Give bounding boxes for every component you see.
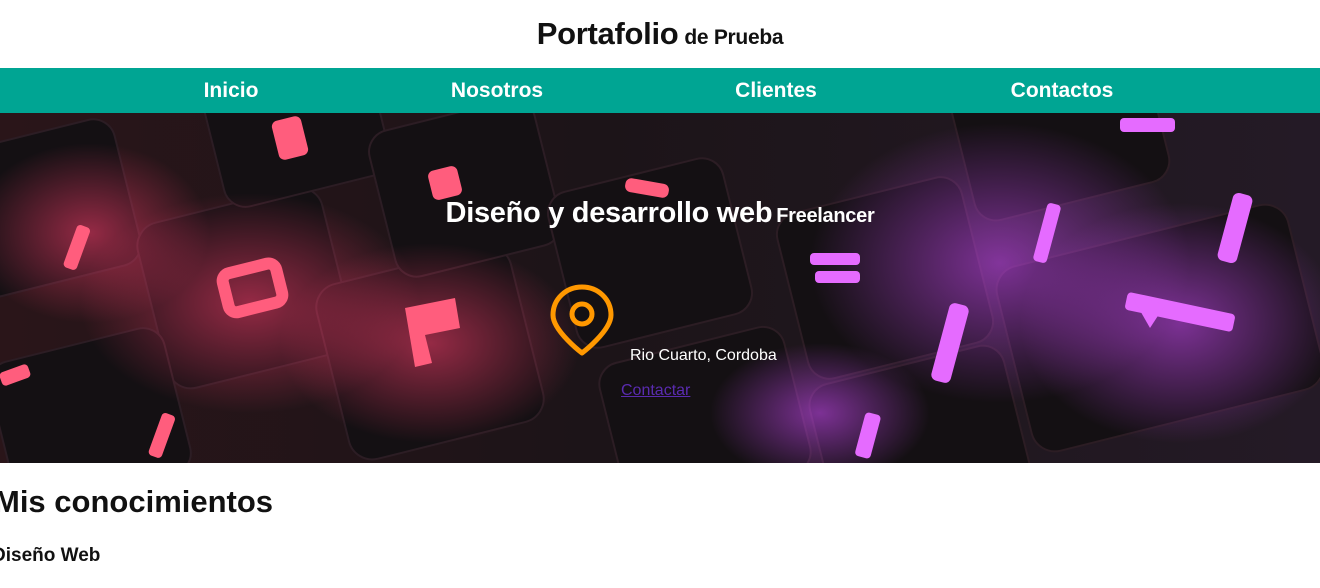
main-nav: Inicio Nosotros Clientes Contactos <box>0 68 1320 113</box>
nav-item-clientes[interactable]: Clientes <box>735 68 817 113</box>
skills-section-title: Mis conocimientos <box>0 484 274 519</box>
nav-item-nosotros[interactable]: Nosotros <box>451 68 543 113</box>
hero-heading-main: Diseño y desarrollo web <box>445 197 773 229</box>
map-pin-icon <box>550 284 614 356</box>
nav-item-inicio[interactable]: Inicio <box>204 68 259 113</box>
site-title-main: Portafolio <box>536 16 679 51</box>
hero-heading: Diseño y desarrollo web Freelancer <box>0 197 1320 230</box>
skill-item-diseno-web: Diseño Web <box>0 545 101 566</box>
contact-link[interactable]: Contactar <box>621 382 690 400</box>
nav-item-contactos[interactable]: Contactos <box>1011 68 1114 113</box>
site-title: Portafolio de Prueba <box>537 16 784 52</box>
site-header: Portafolio de Prueba <box>0 0 1320 68</box>
keyboard-background-image <box>0 113 1320 463</box>
site-title-sub: de Prueba <box>684 26 784 49</box>
hero-banner: Diseño y desarrollo web Freelancer Rio Cu… <box>0 113 1320 463</box>
hero-heading-small: Freelancer <box>776 205 875 227</box>
location-text: Rio Cuarto, Cordoba <box>630 347 777 364</box>
